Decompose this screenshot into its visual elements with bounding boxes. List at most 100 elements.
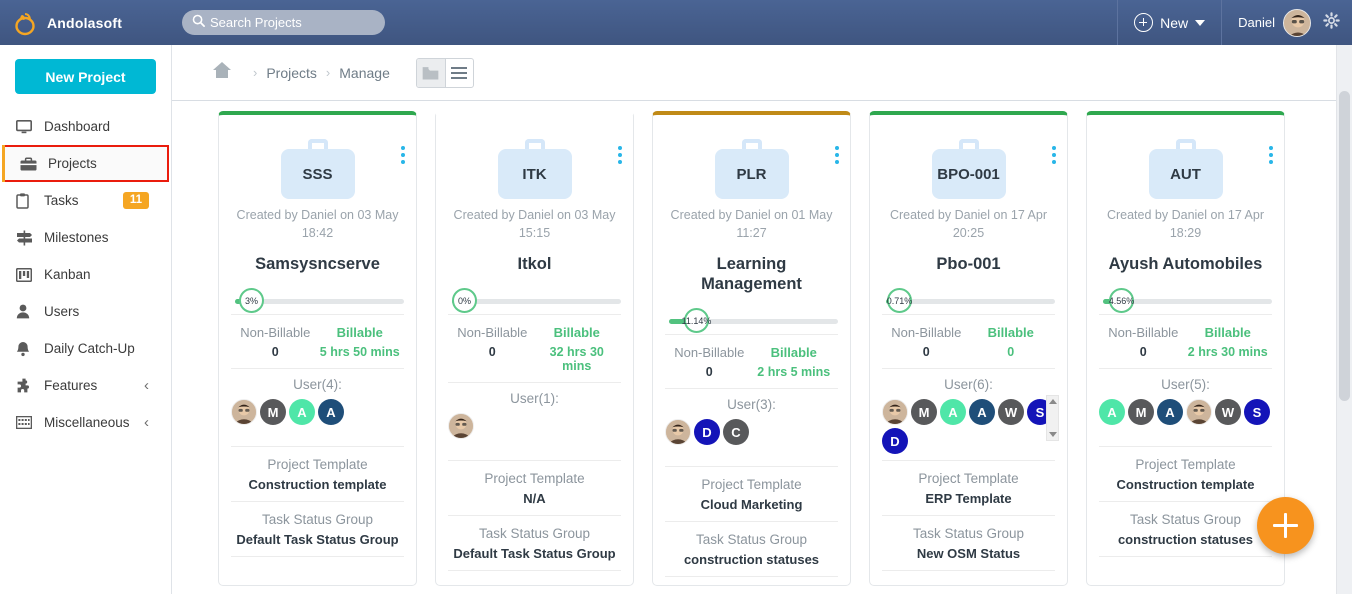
billing-summary: Non-Billable 0 Billable 32 hrs 30 mins — [448, 315, 621, 382]
project-briefcase-icon: SSS — [280, 139, 355, 199]
grid-view-button[interactable] — [416, 58, 445, 87]
non-billable-label: Non-Billable — [891, 325, 962, 340]
user-avatar-initial[interactable]: A — [940, 399, 966, 425]
user-avatar-initial[interactable]: W — [998, 399, 1024, 425]
project-created-text: Created by Daniel on 01 May 11:27 — [670, 208, 833, 240]
scroll-down-icon[interactable] — [1048, 432, 1057, 437]
task-status-group-label: Task Status Group — [912, 526, 1025, 541]
task-status-group-label: Task Status Group — [478, 526, 591, 541]
bell-icon — [16, 341, 36, 357]
user-avatar-initial[interactable]: C — [723, 419, 749, 445]
sidebar-item-daily-catch-up[interactable]: Daily Catch-Up — [0, 330, 171, 367]
project-name[interactable]: Itkol — [448, 254, 621, 274]
page-scrollbar[interactable] — [1336, 45, 1352, 594]
billing-summary: Non-Billable 0 Billable 2 hrs 30 mins — [1099, 315, 1272, 368]
user-avatar-initial[interactable]: A — [318, 399, 344, 425]
brand-logo-area[interactable]: Andolasoft — [0, 0, 172, 45]
user-avatar-photo[interactable] — [448, 413, 474, 439]
project-name[interactable]: Learning Management — [665, 254, 838, 294]
project-name[interactable]: Ayush Automobiles — [1099, 254, 1272, 274]
card-menu-icon[interactable] — [401, 146, 405, 164]
sidebar-item-kanban[interactable]: Kanban — [0, 256, 171, 293]
project-card[interactable]: AUT Created by Daniel on 17 Apr 18:29 Ayus… — [1086, 111, 1285, 586]
sidebar-item-tasks[interactable]: Tasks 11 — [0, 182, 171, 219]
card-menu-icon[interactable] — [1052, 146, 1056, 164]
billable-label: Billable — [987, 325, 1034, 340]
non-billable-col: Non-Billable 0 — [884, 325, 969, 359]
sidebar-item-users[interactable]: Users — [0, 293, 171, 330]
user-avatar-initial[interactable]: A — [969, 399, 995, 425]
search-icon — [192, 14, 205, 32]
user-avatar-initial[interactable]: W — [1215, 399, 1241, 425]
user-list-scrollbar[interactable] — [1046, 395, 1059, 441]
user-avatar-initial[interactable]: M — [1128, 399, 1154, 425]
page-scrollbar-thumb[interactable] — [1339, 91, 1350, 401]
project-card[interactable]: PLR Created by Daniel on 01 May 11:27 Lear… — [652, 111, 851, 586]
user-avatar-photo[interactable] — [665, 419, 691, 445]
sidebar-item-dashboard[interactable]: Dashboard — [0, 108, 171, 145]
user-avatar-list: MAAWSD — [882, 399, 1055, 454]
billable-value: 0 — [1007, 345, 1015, 359]
project-card[interactable]: BPO-001 Created by Daniel on 17 Apr 20:25… — [869, 111, 1068, 586]
gear-icon[interactable] — [1323, 11, 1340, 34]
non-billable-col: Non-Billable 0 — [1101, 325, 1186, 359]
progress-percent-label: 0% — [457, 295, 471, 306]
user-avatar-initial[interactable]: A — [1157, 399, 1183, 425]
projects-content: SSS Created by Daniel on 03 May 18:42 Sams… — [172, 101, 1352, 594]
user-avatar-initial[interactable]: M — [911, 399, 937, 425]
card-menu-icon[interactable] — [618, 146, 622, 164]
scroll-up-icon[interactable] — [1048, 399, 1057, 404]
sidebar-item-features[interactable]: Features ‹ — [0, 367, 171, 404]
project-template-value: Construction template — [1116, 477, 1255, 492]
billing-summary: Non-Billable 0 Billable 5 hrs 50 mins — [231, 315, 404, 368]
user-avatar-photo[interactable] — [231, 399, 257, 425]
puzzle-icon — [16, 378, 36, 393]
user-avatar-photo[interactable] — [882, 399, 908, 425]
user-avatar-initial[interactable]: A — [1099, 399, 1125, 425]
user-avatar-initial[interactable]: A — [289, 399, 315, 425]
user-avatar-initial[interactable]: M — [260, 399, 286, 425]
project-card[interactable]: ITK Created by Daniel on 03 May 15:15 Itko… — [435, 111, 634, 586]
add-project-fab[interactable] — [1257, 497, 1314, 554]
home-icon[interactable] — [212, 61, 232, 84]
sidebar-item-projects[interactable]: Projects — [2, 145, 169, 182]
project-users: User(6): M A A W S D — [882, 369, 1059, 460]
card-menu-icon[interactable] — [1269, 146, 1273, 164]
project-code: PLR — [736, 165, 767, 183]
project-template-block: Project Template Construction template — [1099, 447, 1272, 501]
kanban-board-icon — [16, 267, 36, 282]
search-input[interactable]: Search Projects — [182, 10, 385, 35]
user-avatar-initial[interactable]: S — [1244, 399, 1270, 425]
billable-label: Billable — [553, 325, 600, 340]
user-avatar-initial[interactable]: D — [694, 419, 720, 445]
billable-label: Billable — [770, 345, 817, 360]
sidebar-item-miscellaneous[interactable]: Miscellaneous ‹ — [0, 404, 171, 441]
sidebar-item-label: Features — [44, 378, 98, 393]
billing-summary: Non-Billable 0 Billable 2 hrs 5 mins — [665, 335, 838, 388]
billable-label: Billable — [1204, 325, 1251, 340]
billable-value: 32 hrs 30 mins — [549, 345, 604, 373]
project-progress: 0% — [448, 288, 621, 314]
user-avatar-initial[interactable]: D — [882, 428, 908, 454]
progress-percent-label: 0.71% — [886, 295, 913, 306]
list-view-button[interactable] — [444, 58, 473, 87]
user-avatar-photo[interactable] — [1186, 399, 1212, 425]
billable-value: 5 hrs 50 mins — [319, 345, 400, 359]
avatar[interactable] — [1283, 8, 1311, 37]
top-header-bar: Andolasoft Search Projects New Daniel — [0, 0, 1352, 45]
users-count-label: User(5): — [1161, 377, 1210, 392]
user-menu[interactable]: Daniel — [1222, 8, 1352, 37]
project-name[interactable]: Pbo-001 — [882, 254, 1055, 274]
project-name[interactable]: Samsysncserve — [231, 254, 404, 274]
sidebar-item-milestones[interactable]: Milestones — [0, 219, 171, 256]
new-button[interactable]: New — [1117, 0, 1223, 45]
project-briefcase-icon: ITK — [497, 139, 572, 199]
project-template-block: Project Template Construction template — [231, 447, 404, 501]
breadcrumb-item-projects[interactable]: Projects — [266, 65, 317, 81]
billable-col: Billable 2 hrs 30 mins — [1186, 325, 1271, 359]
sidebar-item-label: Kanban — [44, 267, 91, 282]
new-project-button[interactable]: New Project — [15, 59, 156, 94]
project-card[interactable]: SSS Created by Daniel on 03 May 18:42 Sams… — [218, 111, 417, 586]
breadcrumb-item-manage[interactable]: Manage — [339, 65, 390, 81]
card-menu-icon[interactable] — [835, 146, 839, 164]
